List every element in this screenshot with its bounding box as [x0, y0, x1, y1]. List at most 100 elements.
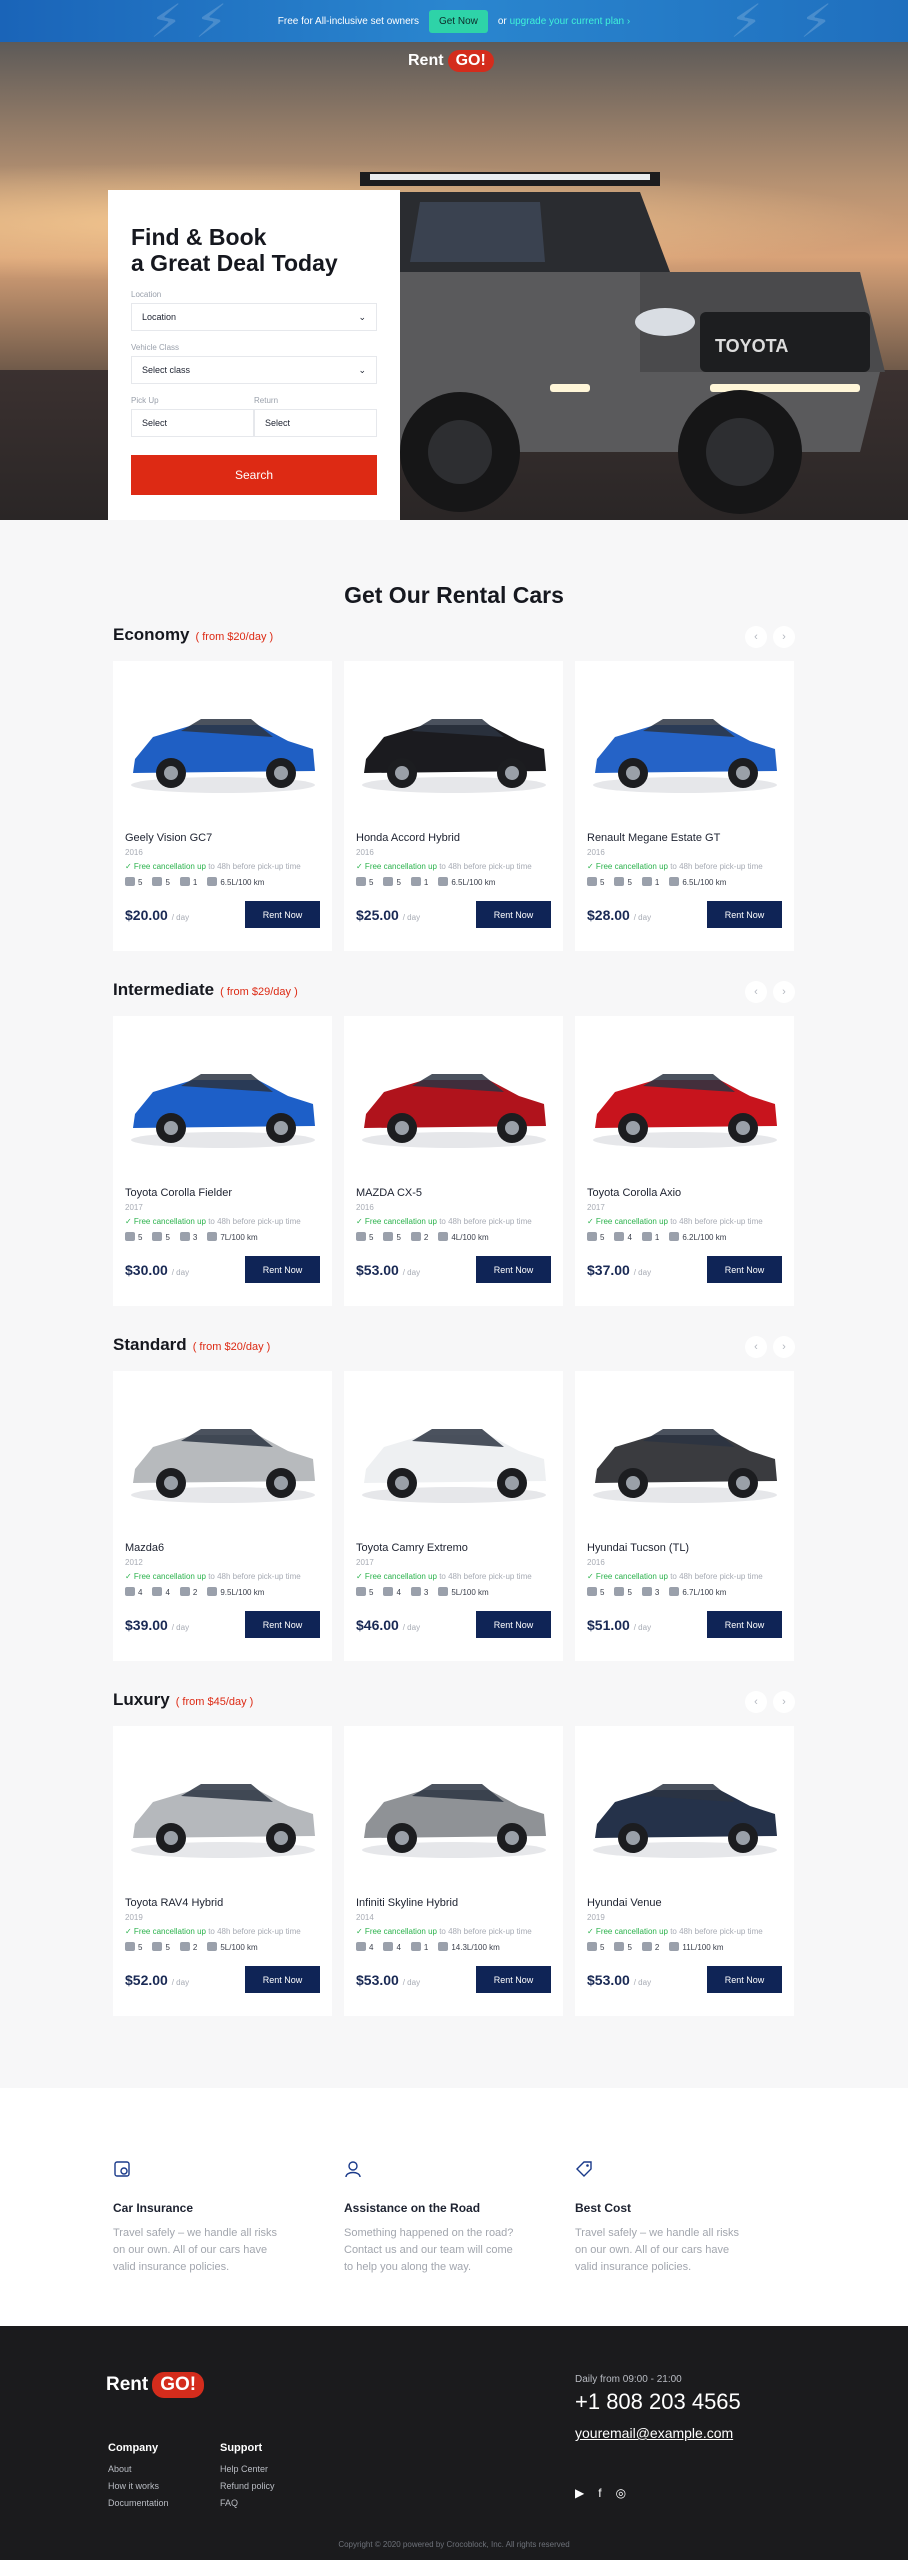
- cancellation-note: ✓ Free cancellation up to 48h before pic…: [356, 1572, 532, 1581]
- rent-now-button[interactable]: Rent Now: [476, 1966, 551, 1993]
- car-specs: 5 4 1 6.2L/100 km: [587, 1232, 782, 1242]
- rent-now-button[interactable]: Rent Now: [707, 901, 782, 928]
- footer-logo[interactable]: Rent GO!: [106, 2372, 205, 2398]
- rental-section-title: Get Our Rental Cars: [344, 582, 564, 608]
- rent-now-button[interactable]: Rent Now: [245, 1256, 320, 1283]
- chevron-right-icon[interactable]: ›: [773, 1691, 795, 1713]
- rent-now-button[interactable]: Rent Now: [476, 1256, 551, 1283]
- logo-rent: Rent: [408, 52, 444, 69]
- facebook-icon[interactable]: f: [598, 2486, 601, 2500]
- youtube-icon[interactable]: ▶: [575, 2486, 584, 2500]
- car-card: Toyota Corolla Fielder 2017 ✓ Free cancell…: [113, 1016, 332, 1306]
- luggage-icon: [179, 877, 190, 886]
- car-card: Geely Vision GC7 2016 ✓ Free cancellation …: [113, 661, 332, 951]
- car-price: $53.00 / day: [356, 1261, 421, 1278]
- bags-spec: 3: [410, 1587, 428, 1597]
- location-select[interactable]: Location ⌄: [131, 303, 377, 331]
- fuel-icon: [669, 1232, 680, 1241]
- rent-now-button[interactable]: Rent Now: [245, 901, 320, 928]
- door-icon: [614, 1232, 625, 1241]
- car-year: 2014: [356, 1913, 374, 1922]
- car-card: Hyundai Tucson (TL) 2016 ✓ Free cancellati…: [575, 1371, 794, 1661]
- car-year: 2016: [587, 848, 605, 857]
- cancellation-note: ✓ Free cancellation up to 48h before pic…: [587, 862, 763, 871]
- category-header: Economy ( from $20/day ) ‹ ›: [113, 625, 795, 649]
- footer-link-about[interactable]: About: [108, 2464, 169, 2474]
- doors-spec: 5: [614, 877, 632, 887]
- features-section: Car Insurance Travel safely – we handle …: [0, 2088, 908, 2326]
- cancellation-note: ✓ Free cancellation up to 48h before pic…: [587, 1927, 763, 1936]
- seats-spec: 5: [125, 1232, 142, 1242]
- car-price: $30.00 / day: [125, 1261, 190, 1278]
- footer-link-documentation[interactable]: Documentation: [108, 2498, 169, 2508]
- car-year: 2017: [125, 1203, 143, 1212]
- fuel-icon: [669, 877, 680, 886]
- fuel-spec: 5L/100 km: [438, 1587, 489, 1597]
- car-year: 2016: [125, 848, 143, 857]
- promo-text: Free for All-inclusive set owners: [277, 15, 419, 27]
- fuel-spec: 7L/100 km: [207, 1232, 258, 1242]
- footer-link-faq[interactable]: FAQ: [220, 2498, 275, 2508]
- luggage-icon: [641, 877, 652, 886]
- car-model: Honda Accord Hybrid: [356, 832, 460, 844]
- car-card: Hyundai Venue 2019 ✓ Free cancellation up …: [575, 1726, 794, 2016]
- rent-now-button[interactable]: Rent Now: [476, 1611, 551, 1638]
- footer-support-title: Support: [220, 2442, 263, 2454]
- instagram-icon[interactable]: ◎: [616, 2486, 626, 2500]
- bags-spec: 1: [179, 877, 197, 887]
- bags-spec: 1: [641, 1232, 659, 1242]
- search-button[interactable]: Search: [131, 455, 377, 495]
- chevron-left-icon[interactable]: ‹: [745, 981, 767, 1003]
- chevron-right-icon[interactable]: ›: [773, 1336, 795, 1358]
- footer-link-help-center[interactable]: Help Center: [220, 2464, 275, 2474]
- doors-spec: 5: [152, 1232, 170, 1242]
- return-select[interactable]: Select: [254, 409, 377, 437]
- bags-spec: 2: [410, 1232, 428, 1242]
- seat-icon: [125, 1587, 135, 1596]
- car-price: $52.00 / day: [125, 1971, 190, 1988]
- door-icon: [152, 1942, 163, 1951]
- upgrade-link[interactable]: upgrade your current plan ›: [510, 16, 631, 27]
- bags-spec: 1: [410, 1942, 428, 1952]
- doors-spec: 4: [383, 1942, 401, 1952]
- footer-company-title: Company: [108, 2442, 159, 2454]
- hero-logo[interactable]: Rent GO!: [408, 50, 494, 72]
- chevron-left-icon[interactable]: ‹: [745, 1336, 767, 1358]
- footer-link-refund-policy[interactable]: Refund policy: [220, 2481, 275, 2491]
- rent-now-button[interactable]: Rent Now: [707, 1256, 782, 1283]
- seats-spec: 5: [587, 877, 604, 887]
- car-price: $53.00 / day: [356, 1971, 421, 1988]
- footer-email[interactable]: youremail@example.com: [575, 2425, 741, 2441]
- car-card: Infiniti Skyline Hybrid 2014 ✓ Free cancel…: [344, 1726, 563, 2016]
- pickup-select[interactable]: Select: [131, 409, 254, 437]
- chevron-down-icon: ⌄: [358, 364, 366, 375]
- car-model: Mazda6: [125, 1542, 165, 1554]
- category-name: Economy: [113, 625, 190, 644]
- rent-now-button[interactable]: Rent Now: [245, 1611, 320, 1638]
- rent-now-button[interactable]: Rent Now: [476, 901, 551, 928]
- rent-now-button[interactable]: Rent Now: [245, 1966, 320, 1993]
- chevron-left-icon[interactable]: ‹: [745, 1691, 767, 1713]
- category-price-from: ( from $45/day ): [175, 1696, 254, 1708]
- get-now-button[interactable]: Get Now: [428, 9, 488, 33]
- tag-icon: [576, 2161, 592, 2177]
- category-price-from: ( from $20/day ): [195, 631, 274, 643]
- chevron-down-icon: ⌄: [358, 311, 366, 322]
- footer-phone[interactable]: +1 808 203 4565: [575, 2389, 741, 2415]
- fuel-icon: [438, 1942, 449, 1951]
- chevron-left-icon[interactable]: ‹: [745, 626, 767, 648]
- chevron-right-icon[interactable]: ›: [773, 981, 795, 1003]
- car-card: Honda Accord Hybrid 2016 ✓ Free cancellati…: [344, 661, 563, 951]
- rent-now-button[interactable]: Rent Now: [707, 1966, 782, 1993]
- vehicle-class-select[interactable]: Select class ⌄: [131, 356, 377, 384]
- footer-link-how-it-works[interactable]: How it works: [108, 2481, 169, 2491]
- chevron-right-icon[interactable]: ›: [773, 626, 795, 648]
- door-icon: [152, 1587, 163, 1596]
- car-year: 2016: [356, 848, 374, 857]
- user-icon: [345, 2161, 361, 2178]
- rent-now-button[interactable]: Rent Now: [707, 1611, 782, 1638]
- copyright: Copyright © 2020 powered by Crocoblock, …: [338, 2540, 570, 2549]
- car-image: [344, 1016, 563, 1181]
- booking-title: Find & Book a Great Deal Today: [131, 224, 338, 276]
- luggage-icon: [641, 1942, 652, 1951]
